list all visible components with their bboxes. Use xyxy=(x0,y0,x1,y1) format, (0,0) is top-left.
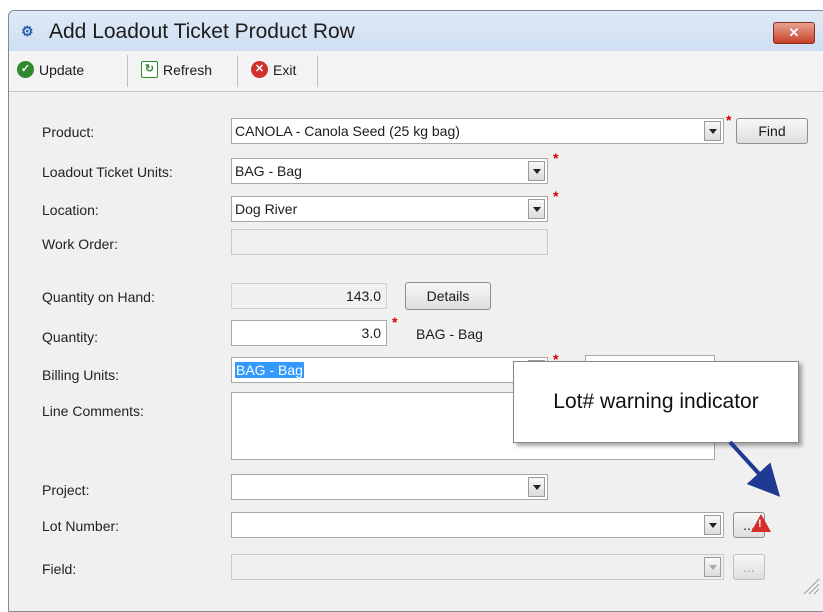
location-label: Location: xyxy=(42,202,99,218)
exit-icon: ✕ xyxy=(251,61,268,78)
toolbar-divider xyxy=(317,55,318,87)
details-button[interactable]: Details xyxy=(405,282,491,310)
billing-units-label: Billing Units: xyxy=(42,367,120,383)
update-button[interactable]: ✓ Update xyxy=(15,58,84,82)
chevron-down-icon xyxy=(704,557,721,577)
chevron-down-icon[interactable] xyxy=(528,199,545,219)
qoh-field: 143.0 xyxy=(231,283,387,309)
close-icon: ✕ xyxy=(788,25,800,40)
billing-units-select[interactable]: BAG - Bag xyxy=(231,357,548,383)
product-value: CANOLA - Canola Seed (25 kg bag) xyxy=(235,123,460,139)
required-marker: * xyxy=(726,112,732,128)
billing-units-value: BAG - Bag xyxy=(235,362,304,378)
quantity-input[interactable]: 3.0 xyxy=(231,320,387,346)
units-label: Loadout Ticket Units: xyxy=(42,164,173,180)
window-title: Add Loadout Ticket Product Row xyxy=(49,20,355,43)
lot-number-label: Lot Number: xyxy=(42,518,120,534)
chevron-down-icon[interactable] xyxy=(528,161,545,181)
toolbar-divider xyxy=(237,55,238,87)
field-browse-button: ... xyxy=(733,554,765,580)
quantity-label: Quantity: xyxy=(42,329,99,345)
units-value: BAG - Bag xyxy=(235,163,302,179)
chevron-down-icon[interactable] xyxy=(528,477,545,497)
required-marker: * xyxy=(553,150,559,166)
callout-text: Lot# warning indicator xyxy=(553,390,759,413)
required-marker: * xyxy=(392,314,398,330)
refresh-button[interactable]: ↻ Refresh xyxy=(139,58,212,82)
product-label: Product: xyxy=(42,124,95,140)
units-select[interactable]: BAG - Bag xyxy=(231,158,548,184)
refresh-icon: ↻ xyxy=(141,61,158,78)
refresh-label: Refresh xyxy=(163,62,213,78)
product-select[interactable]: CANOLA - Canola Seed (25 kg bag) xyxy=(231,118,724,144)
quantity-units-text: BAG - Bag xyxy=(416,326,483,342)
location-value: Dog River xyxy=(235,201,298,217)
work-order-field xyxy=(231,229,548,255)
lot-number-select[interactable] xyxy=(231,512,724,538)
toolbar: ✓ Update ↻ Refresh ✕ Exit xyxy=(9,51,823,92)
close-button[interactable]: ✕ xyxy=(773,22,815,44)
title-bar[interactable]: ⚙ Add Loadout Ticket Product Row ✕ xyxy=(9,11,823,51)
exit-button[interactable]: ✕ Exit xyxy=(249,58,296,82)
work-order-label: Work Order: xyxy=(42,236,118,252)
checkmark-icon: ✓ xyxy=(17,61,34,78)
qoh-label: Quantity on Hand: xyxy=(42,289,155,305)
project-select[interactable] xyxy=(231,474,548,500)
field-select xyxy=(231,554,724,580)
update-label: Update xyxy=(39,62,85,78)
location-select[interactable]: Dog River xyxy=(231,196,548,222)
field-label: Field: xyxy=(42,561,77,577)
resize-grip-icon[interactable] xyxy=(800,575,820,595)
find-button[interactable]: Find xyxy=(736,118,808,144)
exit-label: Exit xyxy=(273,62,297,78)
chevron-down-icon[interactable] xyxy=(704,121,721,141)
line-comments-label: Line Comments: xyxy=(42,403,144,419)
warning-icon[interactable]: ! xyxy=(751,514,771,532)
toolbar-divider xyxy=(127,55,128,87)
chevron-down-icon[interactable] xyxy=(704,515,721,535)
required-marker: * xyxy=(553,188,559,204)
project-label: Project: xyxy=(42,482,90,498)
app-icon: ⚙ xyxy=(21,23,34,39)
warning-symbol: ! xyxy=(758,518,762,530)
callout-arrow-icon xyxy=(728,440,781,497)
